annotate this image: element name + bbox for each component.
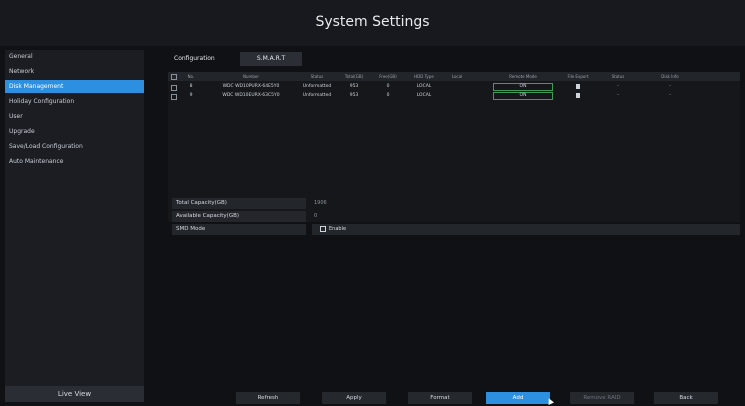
- cell-hdd-type: LOCAL: [416, 93, 432, 98]
- col-remote-mode: Remote Mode: [509, 74, 537, 79]
- available-capacity-row: Available Capacity(GB) 0: [168, 211, 740, 222]
- cell-disk-status: -: [617, 93, 619, 98]
- cell-status: Unformatted: [302, 84, 332, 89]
- cell-disk-info[interactable]: -: [638, 83, 702, 91]
- col-disk-status: Status: [611, 74, 625, 79]
- smd-mode-row: SMD Mode Enable: [168, 224, 740, 235]
- select-all-checkbox[interactable]: [171, 74, 177, 80]
- cell-disk-info[interactable]: -: [638, 92, 702, 100]
- title-bar: System Settings: [0, 0, 745, 46]
- col-free: Free(GB): [379, 74, 397, 79]
- available-capacity-label: Available Capacity(GB): [172, 211, 306, 222]
- file-export-icon[interactable]: [576, 84, 580, 89]
- refresh-button[interactable]: Refresh: [236, 392, 300, 404]
- total-capacity-value: 1906: [314, 200, 327, 206]
- sidebar-item-network[interactable]: Network: [5, 65, 144, 78]
- sidebar-item-disk-management[interactable]: Disk Management: [5, 80, 144, 93]
- cell-remote-mode: ON: [519, 93, 527, 98]
- back-button[interactable]: Back: [654, 392, 718, 404]
- available-capacity-value: 0: [314, 213, 318, 219]
- sidebar: General Network Disk Management Holiday …: [5, 50, 144, 402]
- sidebar-item-general[interactable]: General: [5, 50, 144, 63]
- total-capacity-label: Total Capacity(GB): [172, 198, 306, 209]
- col-file-export: File Export: [567, 74, 589, 79]
- main-panel: Configuration S.M.A.R.T No. Number Statu…: [160, 50, 740, 402]
- row-checkbox[interactable]: [171, 94, 177, 100]
- cell-free: 0: [386, 93, 390, 98]
- smd-mode-value: Enable: [329, 226, 347, 232]
- smd-mode-label: SMD Mode: [172, 224, 306, 235]
- cell-hdd-type: LOCAL: [416, 84, 432, 89]
- cell-status: Unformatted: [302, 93, 332, 98]
- table-row[interactable]: 9 WDC WD10EURX-63C5Y0 Unformatted 953 0 …: [168, 92, 740, 100]
- cell-disk-status: -: [617, 84, 619, 89]
- tab-smart[interactable]: S.M.A.R.T: [240, 52, 302, 66]
- window-title: System Settings: [315, 14, 430, 30]
- sidebar-item-holiday-configuration[interactable]: Holiday Configuration: [5, 95, 144, 108]
- smd-mode-bar: [312, 224, 740, 235]
- col-no[interactable]: No.: [178, 72, 204, 81]
- tab-configuration[interactable]: Configuration: [174, 52, 226, 66]
- cell-no: 8: [189, 84, 193, 89]
- col-disk-info: Disk Info: [661, 74, 679, 79]
- cell-remote-mode: ON: [519, 84, 527, 89]
- sidebar-item-auto-maintenance[interactable]: Auto Maintenance: [5, 155, 144, 168]
- col-hdd-type: HDD Type: [414, 74, 434, 79]
- col-status: Status: [310, 74, 324, 79]
- cell-number: WDC WD10EURX-63C5Y0: [222, 93, 280, 98]
- cell-number: WDC WD10PURX-64E5Y0: [222, 84, 280, 89]
- file-export-icon[interactable]: [576, 93, 580, 98]
- sidebar-item-upgrade[interactable]: Upgrade: [5, 125, 144, 138]
- table-row[interactable]: 8 WDC WD10PURX-64E5Y0 Unformatted 953 0 …: [168, 83, 740, 91]
- col-number: Number: [242, 74, 260, 79]
- cell-total: 953: [349, 84, 359, 89]
- add-button[interactable]: Add: [486, 392, 550, 404]
- cell-no: 9: [189, 93, 193, 98]
- total-capacity-row: Total Capacity(GB) 1906: [168, 198, 740, 209]
- remove-raid-button[interactable]: Remove RAID: [570, 392, 634, 404]
- col-local: Local: [451, 74, 463, 79]
- sidebar-item-save-load-configuration[interactable]: Save/Load Configuration: [5, 140, 144, 153]
- cell-free: 0: [386, 84, 390, 89]
- smd-mode-option[interactable]: Enable: [320, 224, 346, 235]
- apply-button[interactable]: Apply: [322, 392, 386, 404]
- cell-total: 953: [349, 93, 359, 98]
- col-total: Total(GB): [344, 74, 364, 79]
- table-header: No. Number Status Total(GB) Free(GB) HDD…: [168, 72, 740, 81]
- sidebar-item-user[interactable]: User: [5, 110, 144, 123]
- footer-bar: Refresh Apply Format Add Remove RAID Bac…: [236, 392, 736, 404]
- live-view-button[interactable]: Live View: [5, 386, 144, 402]
- smd-mode-checkbox[interactable]: [320, 225, 326, 232]
- row-checkbox[interactable]: [171, 85, 177, 91]
- format-button[interactable]: Format: [408, 392, 472, 404]
